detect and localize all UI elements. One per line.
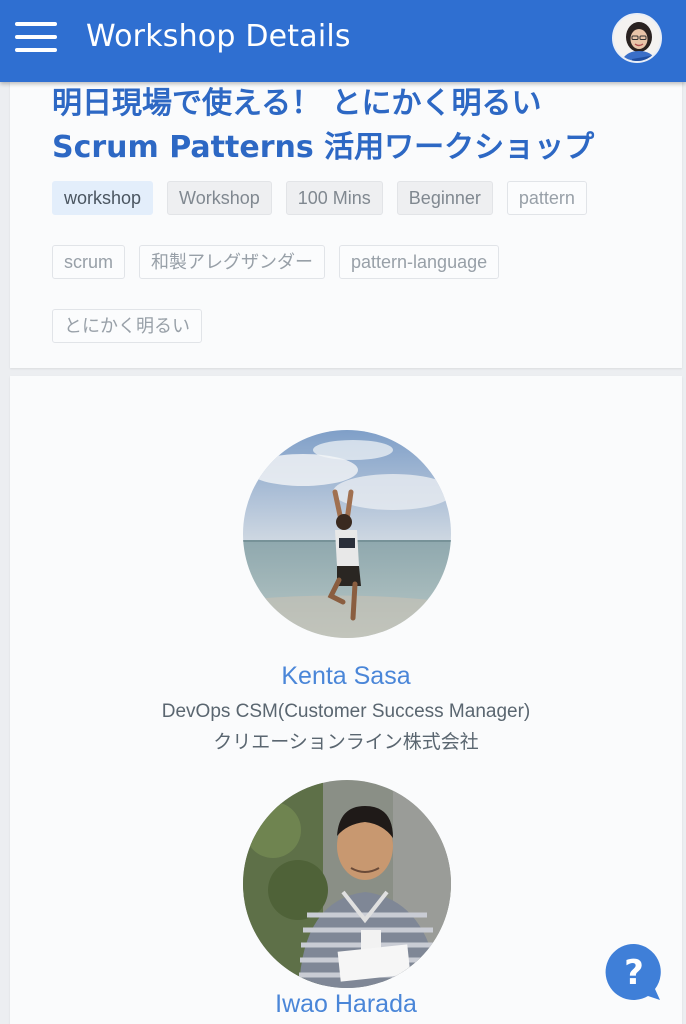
tag-workshop-lower[interactable]: workshop [52, 181, 154, 215]
help-button[interactable]: ? [604, 942, 664, 1002]
user-avatar-photo [614, 15, 660, 61]
tag-scrum[interactable]: scrum [52, 245, 125, 279]
workshop-title-line1: 明日現場で使える！ とにかく明るい [52, 86, 542, 121]
help-question-icon: ? [605, 943, 661, 1000]
tag-anyway-bright[interactable]: とにかく明るい [52, 309, 202, 343]
tag-level[interactable]: Beginner [396, 181, 493, 215]
workshop-title-line2: Scrum Patterns 活用ワークショップ [52, 130, 595, 165]
speaker-role: DevOps CSM(Customer Success Manager) [161, 701, 531, 722]
app-bar: Workshop Details [0, 0, 686, 82]
tag-list: workshop Workshop 100 Mins Beginner patt… [52, 181, 652, 343]
tag-pattern[interactable]: pattern [506, 181, 587, 215]
hamburger-menu-icon[interactable] [14, 20, 58, 54]
speaker-company: クリエーションライン株式会社 [213, 732, 479, 753]
tag-duration[interactable]: 100 Mins [285, 181, 383, 215]
speaker-name[interactable]: Iwao Harada [10, 988, 682, 1020]
workshop-title: 明日現場で使える！ とにかく明るい Scrum Patterns 活用ワークショ… [52, 82, 662, 170]
speaker-name[interactable]: Kenta Sasa [10, 660, 682, 692]
svg-text:?: ? [624, 953, 644, 993]
page-title: Workshop Details [86, 19, 351, 54]
tag-japanese-alexander[interactable]: 和製アレグザンダー [139, 245, 325, 279]
speaker-photo-beach [243, 430, 451, 638]
speaker-photo[interactable] [243, 780, 451, 988]
speakers-card: Kenta Sasa DevOps CSM(Customer Success M… [10, 376, 682, 1024]
speaker-photo[interactable] [243, 430, 451, 638]
speaker-photo-portrait [243, 780, 451, 988]
tag-pattern-language[interactable]: pattern-language [339, 245, 500, 279]
tag-workshop-type[interactable]: Workshop [167, 181, 272, 215]
user-avatar[interactable] [612, 13, 662, 63]
workshop-info-card: 明日現場で使える！ とにかく明るい Scrum Patterns 活用ワークショ… [10, 82, 682, 368]
